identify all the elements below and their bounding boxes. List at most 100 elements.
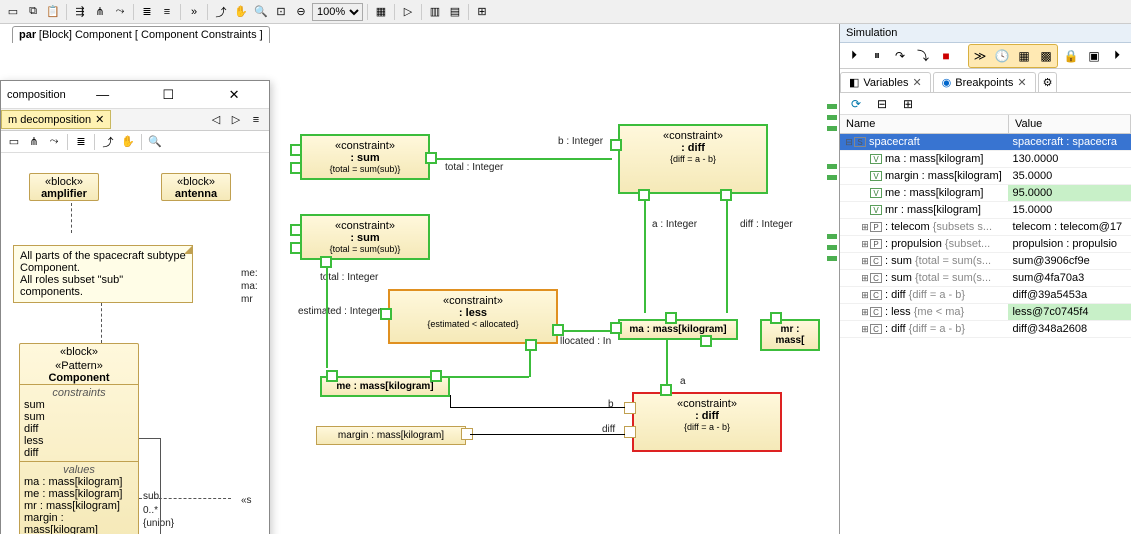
- column-value[interactable]: Value: [1008, 115, 1130, 134]
- tab-close-icon[interactable]: ✕: [95, 113, 104, 126]
- port-icon[interactable]: [610, 322, 622, 334]
- tool-graph-icon[interactable]: ⋔: [91, 3, 109, 21]
- tool-grid1-icon[interactable]: ▥: [426, 3, 444, 21]
- table-row[interactable]: Vme : mass[kilogram]95.0000: [840, 185, 1131, 202]
- tool-paste-icon[interactable]: 📋: [44, 3, 62, 21]
- tool-export-icon[interactable]: ⤴: [212, 3, 230, 21]
- constraint-diff-2[interactable]: «constraint» : diff {diff = a - b}: [632, 392, 782, 452]
- close-icon[interactable]: ✕: [205, 85, 263, 105]
- constraint-diff-1[interactable]: «constraint» : diff {diff = a - b}: [618, 124, 768, 194]
- nav-fwd-icon[interactable]: ▷: [227, 111, 245, 129]
- tab-close-icon[interactable]: ✕: [1017, 76, 1026, 89]
- tool-align-center-icon[interactable]: ≡: [158, 3, 176, 21]
- block-component[interactable]: «block» «Pattern» Component constraints …: [19, 343, 139, 534]
- table-row[interactable]: ⊞C: diff {diff = a - b}diff@39a5453a: [840, 287, 1131, 304]
- tree-expander-icon[interactable]: ⊞: [860, 290, 870, 301]
- sim-terminal-icon[interactable]: ≫: [970, 46, 990, 66]
- tool-grid2-icon[interactable]: ▤: [446, 3, 464, 21]
- tool-tree-icon[interactable]: ⋔: [25, 133, 43, 151]
- tool-compartment-icon[interactable]: ⊞: [473, 3, 491, 21]
- table-row[interactable]: ⊞P: propulsion {subset...propulsion : pr…: [840, 236, 1131, 253]
- part-ma[interactable]: ma : mass[kilogram]: [618, 319, 738, 340]
- port-icon[interactable]: [610, 139, 622, 151]
- sim-step-into-icon[interactable]: ⤵: [913, 46, 933, 66]
- tool-zoom-icon[interactable]: 🔍: [146, 133, 164, 151]
- tool-copy-icon[interactable]: ⧉: [24, 3, 42, 21]
- constraint-less[interactable]: «constraint» : less {estimated < allocat…: [388, 289, 558, 344]
- port-icon[interactable]: [720, 189, 732, 201]
- port-icon[interactable]: [290, 162, 302, 174]
- tool-link-icon[interactable]: ⤳: [111, 3, 129, 21]
- minimize-icon[interactable]: —: [74, 85, 132, 105]
- nav-back-icon[interactable]: ◁: [207, 111, 225, 129]
- maximize-icon[interactable]: ☐: [139, 85, 197, 105]
- port-icon[interactable]: [525, 339, 537, 351]
- port-icon[interactable]: [425, 152, 437, 164]
- tree-expander-icon[interactable]: ⊞: [860, 273, 870, 284]
- tool-play-icon[interactable]: ▷: [399, 3, 417, 21]
- port-icon[interactable]: [624, 426, 636, 438]
- port-icon[interactable]: [700, 335, 712, 347]
- port-icon[interactable]: [770, 312, 782, 324]
- tree-expander-icon[interactable]: ⊞: [860, 222, 870, 233]
- table-row[interactable]: ⊞C: sum {total = sum(s...sum@4fa70a3: [840, 270, 1131, 287]
- table-row[interactable]: Vma : mass[kilogram]130.0000: [840, 151, 1131, 168]
- sim-time-icon[interactable]: 🕓: [992, 46, 1012, 66]
- tab-variables[interactable]: ◧ Variables ✕: [840, 72, 931, 92]
- table-row[interactable]: ⊞P: telecom {subsets s...telecom : telec…: [840, 219, 1131, 236]
- tree-expander-icon[interactable]: ⊞: [860, 324, 870, 335]
- table-row[interactable]: Vmargin : mass[kilogram]35.0000: [840, 168, 1131, 185]
- tool-hand-icon[interactable]: ✋: [119, 133, 137, 151]
- expand-icon[interactable]: ⊞: [898, 94, 918, 114]
- tool-zoom-out-icon[interactable]: ⊖: [292, 3, 310, 21]
- tree-expander-icon[interactable]: ⊞: [860, 239, 870, 250]
- port-icon[interactable]: [665, 312, 677, 324]
- collapse-icon[interactable]: ⊟: [872, 94, 892, 114]
- tool-export-icon[interactable]: ⤴: [99, 133, 117, 151]
- tool-layout-icon[interactable]: ▦: [372, 3, 390, 21]
- nav-menu-icon[interactable]: ≡: [247, 111, 265, 129]
- tool-select-icon[interactable]: ▭: [5, 133, 23, 151]
- constraint-sum-2[interactable]: «constraint» : sum {total = sum(sub)}: [300, 214, 430, 260]
- tool-link-icon[interactable]: ⤳: [45, 133, 63, 151]
- sim-cfg1-icon[interactable]: ▦: [1014, 46, 1034, 66]
- tool-select-icon[interactable]: ▭: [4, 3, 22, 21]
- column-name[interactable]: Name: [840, 115, 1008, 134]
- part-margin[interactable]: margin : mass[kilogram]: [316, 426, 466, 445]
- sim-stop-icon[interactable]: ■: [936, 46, 956, 66]
- tool-a-icon[interactable]: ≣: [72, 133, 90, 151]
- window-titlebar[interactable]: composition — ☐ ✕: [1, 81, 269, 109]
- constraint-sum-1[interactable]: «constraint» : sum {total = sum(sub)}: [300, 134, 430, 180]
- port-icon[interactable]: [380, 308, 392, 320]
- sim-resume-icon[interactable]: ⏵: [844, 46, 864, 66]
- sim-more-icon[interactable]: ⏵: [1107, 46, 1127, 66]
- port-icon[interactable]: [290, 144, 302, 156]
- port-icon[interactable]: [638, 189, 650, 201]
- sim-pause-icon[interactable]: ⏸: [867, 46, 887, 66]
- block-amplifier[interactable]: «block» amplifier: [29, 173, 99, 201]
- table-row[interactable]: ⊞C: sum {total = sum(s...sum@3906cf9e: [840, 253, 1131, 270]
- tool-hand-icon[interactable]: ✋: [232, 3, 250, 21]
- tab-more[interactable]: ⚙: [1038, 72, 1058, 92]
- tree-expander-icon[interactable]: ⊟: [844, 137, 854, 148]
- table-row[interactable]: ⊞C: diff {diff = a - b}diff@348a2608: [840, 321, 1131, 338]
- sim-lock-icon[interactable]: 🔒: [1061, 46, 1081, 66]
- block-antenna[interactable]: «block» antenna: [161, 173, 231, 201]
- sim-cfg2-icon[interactable]: ▩: [1036, 46, 1056, 66]
- sim-step-over-icon[interactable]: ↷: [890, 46, 910, 66]
- table-row[interactable]: Vmr : mass[kilogram]15.0000: [840, 202, 1131, 219]
- tree-expander-icon[interactable]: ⊞: [860, 256, 870, 267]
- port-icon[interactable]: [430, 370, 442, 382]
- port-icon[interactable]: [290, 224, 302, 236]
- diagram-frame-tab[interactable]: par [Block] Component [ Component Constr…: [12, 26, 270, 43]
- table-row[interactable]: ⊞C: less {me < ma}less@7c0745f4: [840, 304, 1131, 321]
- tool-zoom-fit-icon[interactable]: ⊡: [272, 3, 290, 21]
- tool-zoom-in-icon[interactable]: 🔍: [252, 3, 270, 21]
- tree-expander-icon[interactable]: ⊞: [860, 307, 870, 318]
- decomp-canvas[interactable]: «block» amplifier «block» antenna All pa…: [1, 153, 269, 534]
- sim-window-icon[interactable]: ▣: [1084, 46, 1104, 66]
- port-icon[interactable]: [290, 242, 302, 254]
- tool-arrow-right-icon[interactable]: »: [185, 3, 203, 21]
- refresh-icon[interactable]: ⟳: [846, 94, 866, 114]
- port-icon[interactable]: [320, 256, 332, 268]
